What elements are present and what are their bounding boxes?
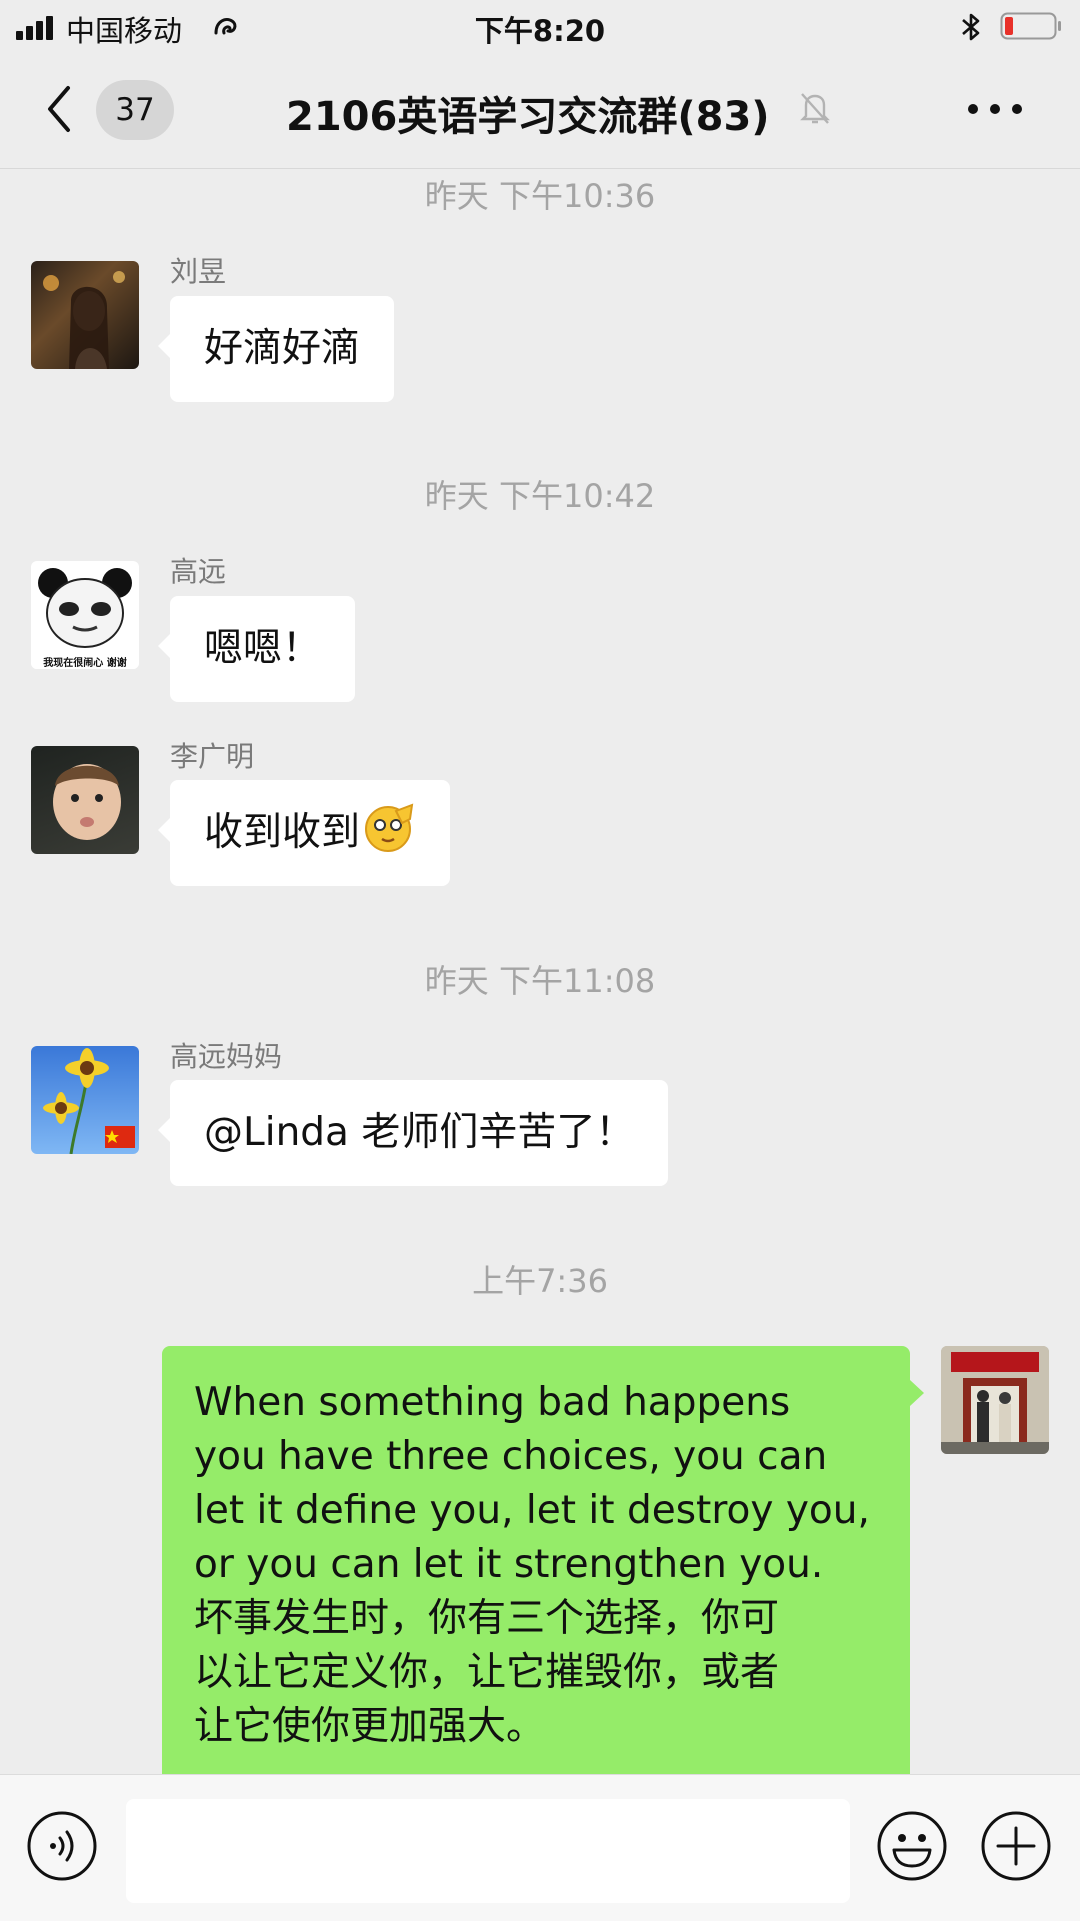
message-line: When something bad happens [194,1380,791,1425]
message-line: or you can let it strengthen you. [194,1542,824,1587]
message-line: you have three choices, you can [194,1434,828,1479]
message-line: 坏事发生时，你有三个选择，你可 [194,1596,780,1641]
back-chevron-icon[interactable] [42,82,76,136]
mute-bell-icon [800,93,830,124]
message-line: let it define you, let it destroy you, [194,1488,870,1533]
avatar[interactable]: 我现在很闹心 谢谢 [31,561,139,669]
my-message-bubble[interactable]: When something bad happens you have thre… [162,1346,924,1774]
timestamp: 昨天 下午10:42 [424,477,656,515]
more-icon[interactable] [968,104,1022,114]
avatar[interactable] [31,746,139,854]
sender-name: 刘昱 [170,255,227,288]
message-text: 收到收到 [204,810,361,855]
status-bar: 中国移动 下午8:20 [0,0,1080,54]
timestamp: 昨天 下午10:36 [424,177,656,215]
avatar-caption: 我现在很闹心 谢谢 [43,658,127,669]
my-avatar[interactable] [941,1346,1049,1454]
chat-header: 37 2106英语学习交流群(83) [0,54,1080,169]
message-input[interactable] [126,1799,850,1903]
emoji-salute-icon [365,803,414,852]
emoji-icon[interactable] [876,1810,948,1882]
clock: 下午8:20 [474,14,606,48]
voice-icon[interactable] [26,1810,98,1882]
battery-icon [1000,12,1061,40]
message-line: 以让它定义你，让它摧毁你，或者 [194,1650,780,1695]
message-bubble[interactable]: 嗯嗯！ [157,596,356,702]
message-list: 昨天 下午10:36 刘昱 好滴好滴 昨天 下午10:42 我现在很闹心 谢谢 … [0,168,1080,1774]
bluetooth-icon [962,13,980,41]
chat-title: 2106英语学习交流群(83) [286,94,770,140]
plus-icon[interactable] [980,1810,1052,1882]
input-bar [0,1774,1080,1921]
sender-name: 李广明 [170,740,255,773]
sender-name: 高远 [170,555,227,588]
timestamp: 昨天 下午11:08 [424,962,656,1000]
message-bubble[interactable]: 收到收到 [157,780,451,886]
sender-name: 高远妈妈 [170,1040,283,1073]
unread-count-badge[interactable]: 37 [96,80,174,140]
message-bubble[interactable]: @Linda 老师们辛苦了！ [157,1080,669,1186]
avatar[interactable] [31,1046,139,1154]
message-line: 让它使你更加强大。 [194,1704,546,1749]
avatar[interactable] [31,261,139,369]
timestamp: 上午7:36 [472,1262,608,1300]
message-bubble[interactable]: 好滴好滴 [157,296,395,402]
